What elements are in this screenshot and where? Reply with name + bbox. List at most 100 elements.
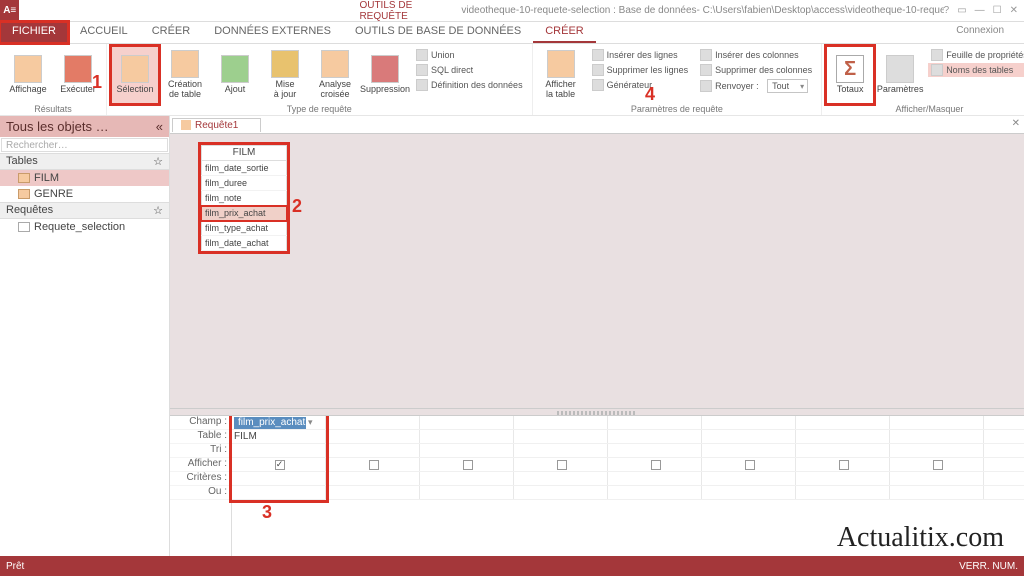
close-icon[interactable]: ✕	[1012, 118, 1020, 129]
inserer-colonnes-button[interactable]: Insérer des colonnes	[697, 48, 815, 62]
checkbox-icon[interactable]	[557, 460, 567, 470]
totaux-button[interactable]: ΣTotaux	[826, 46, 874, 104]
maj-button[interactable]: Mise à jour	[261, 46, 309, 104]
table-window-title: FILM	[201, 145, 287, 161]
builder-icon	[592, 79, 604, 91]
chevron-down-icon[interactable]: «	[156, 119, 163, 134]
ribbon-toggle-icon[interactable]: ▭	[957, 5, 966, 16]
params-icon	[886, 55, 914, 83]
tab-donnees-externes[interactable]: DONNÉES EXTERNES	[202, 22, 343, 43]
field-item[interactable]: film_date_achat	[201, 236, 287, 251]
select-icon	[121, 55, 149, 83]
collapse-icon[interactable]: ☆	[153, 204, 163, 217]
checkbox-icon[interactable]	[745, 460, 755, 470]
field-item[interactable]: film_note	[201, 191, 287, 206]
supprimer-colonnes-button[interactable]: Supprimer des colonnes	[697, 63, 815, 77]
checkbox-icon[interactable]	[463, 460, 473, 470]
afficher-table-button[interactable]: Afficher la table	[537, 46, 585, 104]
table-window-film[interactable]: FILM film_date_sortie film_duree film_no…	[200, 144, 288, 252]
nav-header[interactable]: Tous les objets …«	[0, 116, 169, 137]
inserer-lignes-button[interactable]: Insérer des lignes	[589, 48, 692, 62]
nav-section-tables[interactable]: Tables☆	[0, 153, 169, 170]
nav-item-film[interactable]: FILM	[0, 170, 169, 186]
qbe-field-cell[interactable]: film_prix_achat▾	[232, 416, 326, 429]
checkbox-icon[interactable]	[369, 460, 379, 470]
tab-accueil[interactable]: ACCUEIL	[68, 22, 140, 43]
window-buttons[interactable]: ? ▭ — ☐ ✕	[944, 5, 1024, 16]
status-bar: Prêt VERR. NUM.	[0, 556, 1024, 576]
return-icon	[700, 80, 712, 92]
feuille-proprietes-button[interactable]: Feuille de propriétés	[928, 48, 1024, 62]
nav-item-requete-selection[interactable]: Requete_selection	[0, 219, 169, 235]
sql-icon	[416, 64, 428, 76]
table-icon	[18, 189, 30, 199]
body: Tous les objets …« Rechercher… Tables☆ F…	[0, 116, 1024, 556]
group-label: Type de requête	[111, 104, 528, 115]
propsheet-icon	[931, 49, 943, 61]
watermark: Actualitix.com	[837, 522, 1004, 554]
selection-button[interactable]: Sélection	[111, 46, 159, 104]
tab-outils-bd[interactable]: OUTILS DE BASE DE DONNÉES	[343, 22, 533, 43]
delete-col-icon	[700, 64, 712, 76]
qbe-afficher-cell[interactable]: ✓	[232, 458, 326, 471]
ribbon: Affichage Exécuter Résultats Sélection C…	[0, 44, 1024, 116]
tab-creer-context[interactable]: CRÉER	[533, 22, 596, 43]
ribbon-group-resultats: Affichage Exécuter Résultats	[0, 44, 107, 115]
ribbon-group-type-requete: Sélection Création de table Ajout Mise à…	[107, 44, 533, 115]
help-icon[interactable]: ?	[944, 5, 950, 16]
close-icon[interactable]: ✕	[1010, 5, 1018, 16]
nav-item-genre[interactable]: GENRE	[0, 186, 169, 202]
suppression-button[interactable]: Suppression	[361, 46, 409, 104]
renvoyer-row: Renvoyer : Tout	[697, 78, 815, 94]
query-design-surface[interactable]: FILM film_date_sortie film_duree film_no…	[170, 134, 1024, 408]
ribbon-group-parametres-requete: Afficher la table Insérer des lignes Sup…	[533, 44, 823, 115]
showtable-icon	[547, 50, 575, 78]
checkbox-icon[interactable]	[651, 460, 661, 470]
union-button[interactable]: Union	[413, 48, 526, 62]
field-item[interactable]: film_duree	[201, 176, 287, 191]
maximize-icon[interactable]: ☐	[993, 5, 1002, 16]
qbe-criteres-cell[interactable]	[232, 472, 326, 485]
checkbox-icon[interactable]	[933, 460, 943, 470]
marker-4: 4	[645, 84, 655, 105]
collapse-icon[interactable]: ☆	[153, 155, 163, 168]
sql-direct-button[interactable]: SQL direct	[413, 63, 526, 77]
navigation-pane: Tous les objets …« Rechercher… Tables☆ F…	[0, 116, 170, 556]
noms-tables-button[interactable]: Noms des tables	[928, 63, 1024, 77]
qbe-ou-cell[interactable]	[232, 486, 326, 499]
creation-table-button[interactable]: Création de table	[161, 46, 209, 104]
field-item[interactable]: film_type_achat	[201, 221, 287, 236]
parametres-button[interactable]: Paramètres	[876, 46, 924, 104]
update-icon	[271, 50, 299, 78]
field-item[interactable]: film_date_sortie	[201, 161, 287, 176]
affichage-button[interactable]: Affichage	[4, 46, 52, 104]
delete-icon	[371, 55, 399, 83]
renvoyer-dropdown[interactable]: Tout	[767, 79, 808, 93]
delete-row-icon	[592, 64, 604, 76]
qbe-row-labels: Champ :Table :Tri : Afficher :Critères :…	[170, 416, 232, 556]
croisee-button[interactable]: Analyse croisée	[311, 46, 359, 104]
connexion-label[interactable]: Connexion	[936, 22, 1024, 43]
def-donnees-button[interactable]: Définition des données	[413, 78, 526, 92]
checkbox-icon[interactable]	[839, 460, 849, 470]
splitter[interactable]	[170, 408, 1024, 416]
tab-file[interactable]: FICHIER	[0, 22, 68, 43]
database-title: videotheque-10-requete-selection : Base …	[461, 5, 943, 16]
ribbon-tabs: FICHIER ACCUEIL CRÉER DONNÉES EXTERNES O…	[0, 22, 1024, 44]
minimize-icon[interactable]: —	[975, 5, 985, 16]
nav-search-input[interactable]: Rechercher…	[1, 138, 168, 152]
checkbox-checked-icon[interactable]: ✓	[275, 460, 285, 470]
main-area: Requête1 ✕ FILM film_date_sortie film_du…	[170, 116, 1024, 556]
generateur-button[interactable]: Générateur	[589, 78, 692, 92]
ajout-button[interactable]: Ajout	[211, 46, 259, 104]
status-left: Prêt	[6, 561, 24, 572]
run-icon	[64, 55, 92, 83]
field-item-selected[interactable]: film_prix_achat	[201, 206, 287, 221]
qbe-tri-cell[interactable]	[232, 444, 326, 457]
qbe-table-cell[interactable]: FILM	[232, 430, 326, 443]
tab-creer[interactable]: CRÉER	[140, 22, 203, 43]
doc-tab-requete1[interactable]: Requête1	[172, 118, 261, 132]
nav-section-requetes[interactable]: Requêtes☆	[0, 202, 169, 219]
supprimer-lignes-button[interactable]: Supprimer les lignes	[589, 63, 692, 77]
grid-icon	[14, 55, 42, 83]
